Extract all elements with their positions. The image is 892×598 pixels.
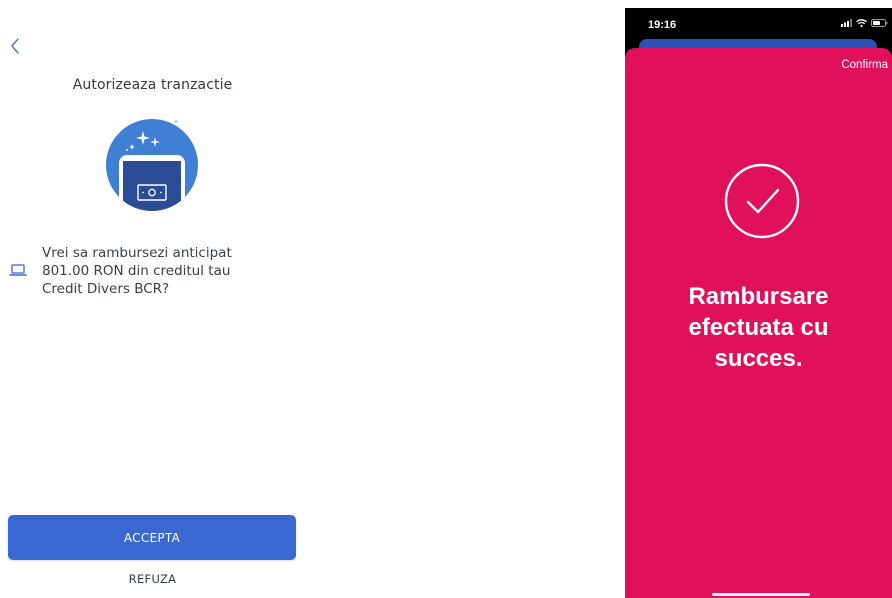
wifi-icon xyxy=(856,19,867,27)
confirm-button[interactable]: Confirma xyxy=(841,59,888,71)
battery-icon xyxy=(871,19,888,27)
message-line: 801.00 RON din creditul tau xyxy=(42,263,231,279)
home-indicator[interactable] xyxy=(712,593,810,596)
success-line: succes. xyxy=(714,345,803,372)
chevron-left-icon xyxy=(11,38,19,54)
signal-icon xyxy=(841,19,852,27)
checkmark-circle-icon xyxy=(724,163,800,239)
success-line: efectuata cu xyxy=(688,314,829,341)
success-message: Rambursare efectuata cu succes. xyxy=(625,281,892,374)
status-time: 19:16 xyxy=(648,19,677,31)
accept-button[interactable]: ACCEPTA xyxy=(8,515,296,560)
page-title: Autorizeaza tranzactie xyxy=(72,77,233,93)
authorization-screen: Autorizeaza tranzactie Vrei sa rambursez… xyxy=(0,0,305,598)
status-icons xyxy=(841,19,888,27)
success-line: Rambursare xyxy=(688,283,829,310)
transaction-message: Vrei sa rambursezi anticipat 801.00 RON … xyxy=(42,244,272,298)
refuse-button[interactable]: REFUZA xyxy=(0,572,305,586)
message-line: Credit Divers BCR? xyxy=(42,281,170,297)
back-button[interactable] xyxy=(8,36,22,56)
message-line: Vrei sa rambursezi anticipat xyxy=(42,245,232,261)
phone-success-screen: 19:16 Confirma Rambursare efectuata cu s… xyxy=(625,8,892,598)
success-sheet: Confirma Rambursare efectuata cu succes. xyxy=(625,48,892,598)
status-bar: 19:16 xyxy=(625,8,892,41)
phone-cash-icon xyxy=(106,119,198,211)
laptop-icon xyxy=(9,264,27,276)
